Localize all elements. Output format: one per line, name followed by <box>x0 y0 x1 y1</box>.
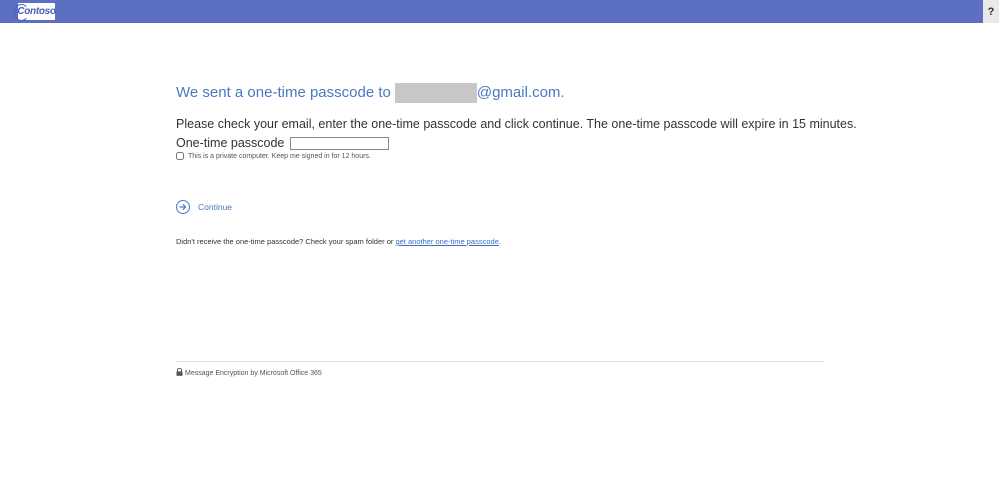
otp-label: One-time passcode <box>176 136 285 150</box>
redacted-email <box>394 83 477 103</box>
contoso-logo: Contoso <box>14 3 56 21</box>
resend-suffix: . <box>498 237 501 246</box>
get-another-passcode-link[interactable]: get another one-time passcode <box>395 237 498 246</box>
resend-text: Didn't receive the one-time passcode? Ch… <box>176 237 501 246</box>
page-heading: We sent a one-time passcode to @gmail.co… <box>176 83 826 103</box>
otp-row: One-time passcode <box>176 136 390 150</box>
instructions-text: Please check your email, enter the one-t… <box>176 117 857 131</box>
continue-label: Continue <box>198 202 233 212</box>
top-bar: Contoso <box>0 0 983 23</box>
resend-prefix: Didn't receive the one-time passcode? Ch… <box>176 237 394 246</box>
help-button[interactable]: ? <box>983 0 999 23</box>
arrow-right-circle-icon <box>176 200 190 214</box>
footer-divider <box>176 361 824 362</box>
heading-prefix: We sent a one-time passcode to <box>176 84 391 101</box>
otp-input[interactable] <box>290 136 390 150</box>
keep-signed-in-checkbox[interactable] <box>176 152 184 160</box>
keep-signed-in-row: This is a private computer. Keep me sign… <box>176 152 371 160</box>
main-content: We sent a one-time passcode to @gmail.co… <box>176 83 857 246</box>
footer: Message Encryption by Microsoft Office 3… <box>176 367 322 378</box>
keep-signed-in-label: This is a private computer. Keep me sign… <box>188 152 371 160</box>
heading-suffix: @gmail.com. <box>476 84 565 101</box>
lock-icon <box>176 367 183 378</box>
continue-button[interactable]: Continue <box>176 200 232 214</box>
footer-text: Message Encryption by Microsoft Office 3… <box>185 369 322 377</box>
